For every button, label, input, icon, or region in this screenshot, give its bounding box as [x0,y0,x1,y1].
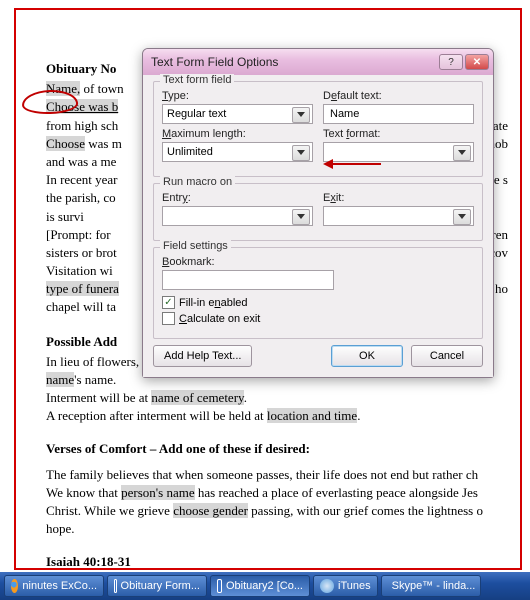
taskbar-item[interactable]: iTunes [313,575,378,597]
default-text-input[interactable] [323,104,474,124]
checkbox-label: Fill-in enabled [179,297,248,309]
taskbar-label: ninutes ExCo... [22,580,97,592]
word-icon [217,579,222,593]
fill-in-enabled-checkbox[interactable]: ✓ Fill-in enabled [162,296,474,309]
firefox-icon [11,579,18,593]
dialog-body: Text form field Type: Regular text Defau… [143,75,493,377]
ok-button[interactable]: OK [331,345,403,367]
dialog-title: Text Form Field Options [151,55,437,69]
exit-combo[interactable] [323,206,474,226]
heading-isaiah: Isaiah 40:18-31 [46,553,510,571]
taskbar-label: Obituary2 [Co... [226,580,303,592]
checkbox-icon [162,312,175,325]
group-label: Run macro on [160,176,235,188]
calculate-on-exit-checkbox[interactable]: Calculate on exit [162,312,474,325]
word-icon [114,579,117,593]
taskbar-item[interactable]: ninutes ExCo... [4,575,104,597]
group-field-settings: Field settings Bookmark: ✓ Fill-in enabl… [153,247,483,339]
add-help-text-button[interactable]: Add Help Text... [153,345,252,367]
exit-label: Exit: [323,192,474,204]
group-text-form-field: Text form field Type: Regular text Defau… [153,81,483,177]
type-label: Type: [162,90,313,102]
text-format-combo[interactable] [323,142,474,162]
doc-line: The family believes that when someone pa… [46,466,510,484]
maxlen-spinner[interactable]: Unlimited [162,142,313,162]
maxlen-label: Maximum length: [162,128,313,140]
dialog-titlebar[interactable]: Text Form Field Options ? ✕ [143,49,493,75]
doc-line: A reception after interment will be held… [46,407,510,425]
doc-line: hope. [46,520,510,538]
entry-combo[interactable] [162,206,313,226]
taskbar-item[interactable]: Obituary Form... [107,575,207,597]
group-run-macro: Run macro on Entry: Exit: [153,183,483,241]
cancel-button[interactable]: Cancel [411,345,483,367]
doc-line: We know that person's name has reached a… [46,484,510,502]
taskbar-item[interactable]: Skype™ - linda... [381,575,481,597]
taskbar-label: Obituary Form... [121,580,200,592]
default-text-label: Default text: [323,90,474,102]
group-label: Field settings [160,240,231,252]
close-button[interactable]: ✕ [465,54,489,70]
help-button[interactable]: ? [439,54,463,70]
taskbar: ninutes ExCo... Obituary Form... Obituar… [0,572,530,600]
taskbar-label: Skype™ - linda... [392,580,476,592]
group-label: Text form field [160,74,234,86]
itunes-icon [320,579,334,593]
text-form-field-options-dialog: Text Form Field Options ? ✕ Text form fi… [142,48,494,378]
bookmark-input[interactable] [162,270,334,290]
checkbox-icon: ✓ [162,296,175,309]
text-format-label: Text format: [323,128,474,140]
entry-label: Entry: [162,192,313,204]
type-combo[interactable]: Regular text [162,104,313,124]
doc-line: Christ. While we grieve choose gender pa… [46,502,510,520]
bookmark-label: Bookmark: [162,256,334,268]
checkbox-label: Calculate on exit [179,313,260,325]
heading-verses: Verses of Comfort – Add one of these if … [46,440,510,458]
taskbar-label: iTunes [338,580,371,592]
taskbar-item-active[interactable]: Obituary2 [Co... [210,575,310,597]
doc-line: Interment will be at name of cemetery. [46,389,510,407]
